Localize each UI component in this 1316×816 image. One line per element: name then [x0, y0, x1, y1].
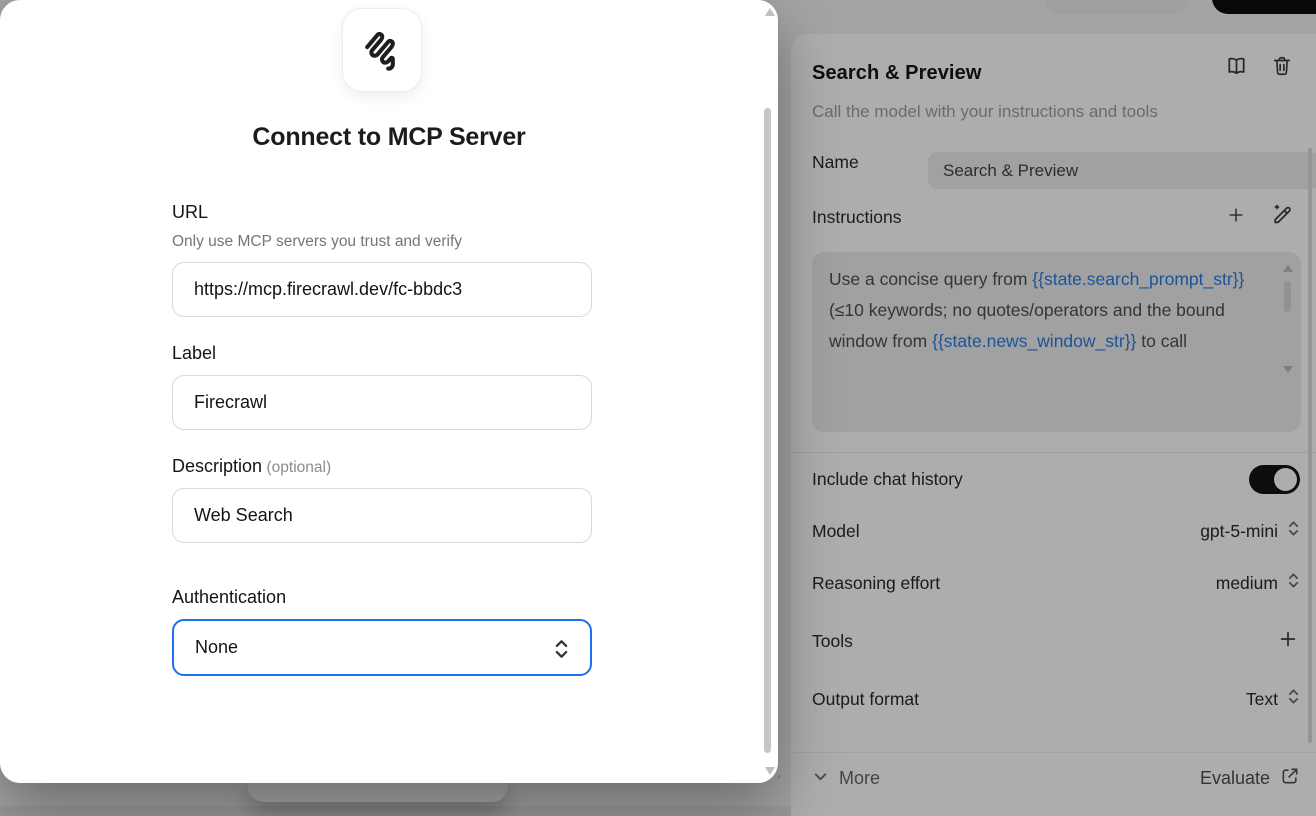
- description-input[interactable]: [172, 488, 592, 543]
- label-input[interactable]: [172, 375, 592, 430]
- modal-scroll-up-icon[interactable]: [765, 8, 775, 16]
- description-optional-suffix: (optional): [267, 459, 332, 476]
- label-label: Label: [172, 343, 592, 364]
- modal-title: Connect to MCP Server: [0, 123, 778, 152]
- firecrawl-logo-icon: [359, 24, 405, 77]
- modal-scroll-down-icon[interactable]: [765, 767, 775, 775]
- description-label: Description: [172, 456, 262, 476]
- url-input[interactable]: [172, 262, 592, 317]
- authentication-select[interactable]: None: [172, 619, 592, 676]
- connect-mcp-modal: Connect to MCP Server URL Only use MCP s…: [0, 0, 778, 783]
- select-updown-icon: [553, 637, 570, 666]
- mcp-server-icon-card: [342, 8, 422, 92]
- authentication-label: Authentication: [172, 587, 592, 608]
- url-helper-text: Only use MCP servers you trust and verif…: [172, 233, 592, 251]
- app-window: Search & Preview Call the model with you…: [0, 0, 1316, 816]
- authentication-value: None: [195, 637, 238, 658]
- modal-scrollbar-thumb[interactable]: [764, 108, 771, 753]
- url-label: URL: [172, 202, 592, 223]
